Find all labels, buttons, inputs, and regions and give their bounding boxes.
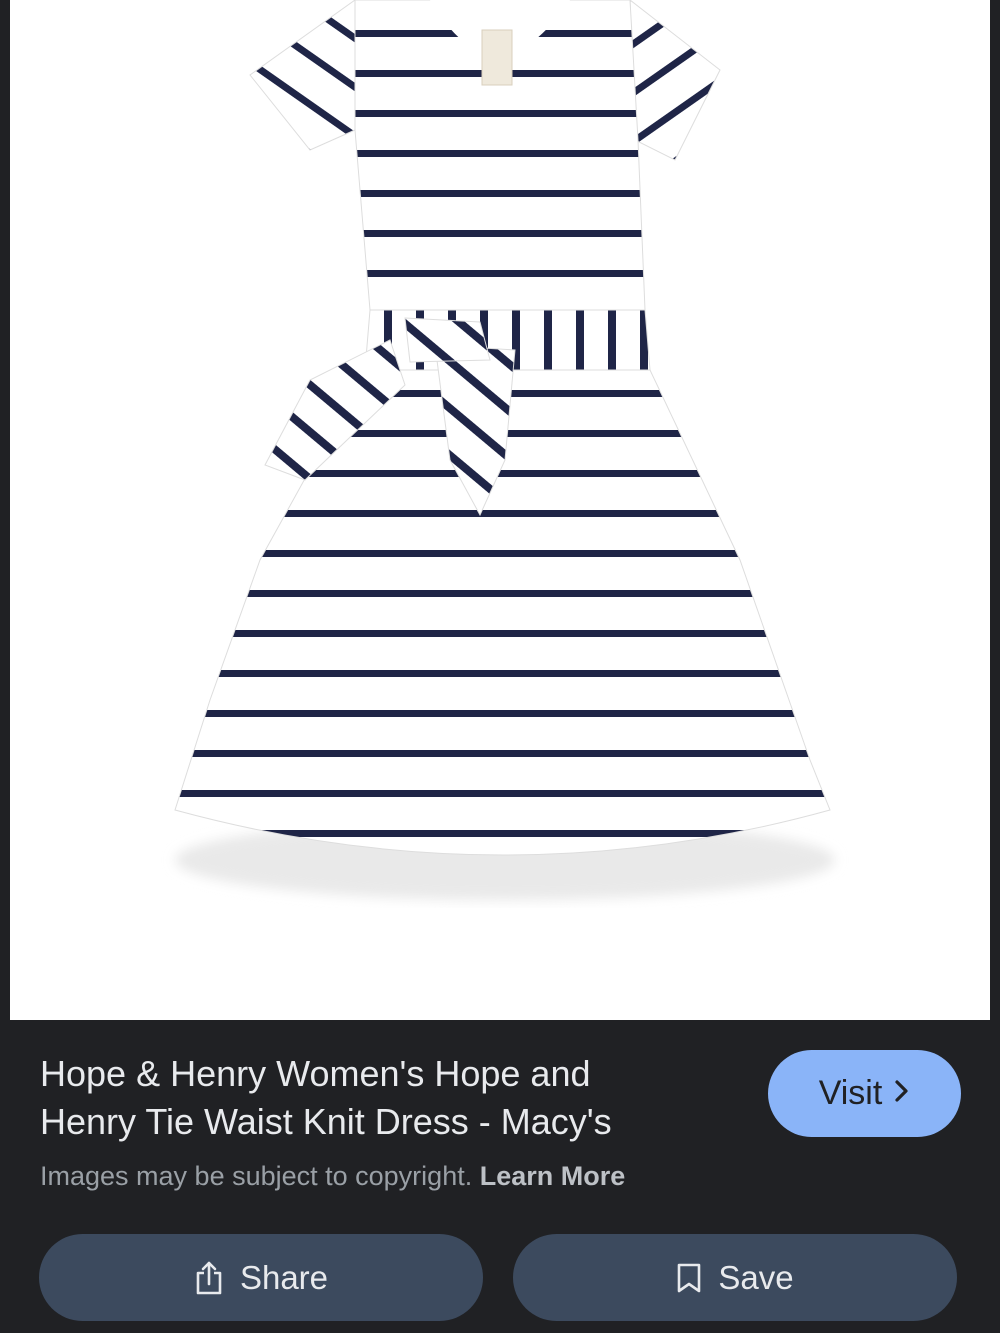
visit-button-label: Visit <box>818 1074 883 1112</box>
copyright-text: Images may be subject to copyright. <box>40 1161 473 1191</box>
product-image[interactable] <box>10 0 990 1020</box>
result-title-line1[interactable]: Hope & Henry Women's Hope and <box>40 1050 720 1098</box>
result-title-line2[interactable]: Henry Tie Waist Knit Dress - Macy's <box>40 1098 720 1146</box>
left-sleeve <box>249 0 356 151</box>
share-button[interactable]: Share <box>39 1234 483 1321</box>
visit-button[interactable]: Visit <box>768 1050 961 1137</box>
bookmark-icon <box>676 1262 702 1294</box>
share-icon <box>194 1260 224 1296</box>
dress-label <box>481 29 513 86</box>
save-button[interactable]: Save <box>513 1234 957 1321</box>
result-title[interactable]: Hope & Henry Women's Hope and Henry Tie … <box>40 1050 720 1146</box>
striped-dress-image <box>174 0 835 900</box>
image-info-panel: Hope & Henry Women's Hope and Henry Tie … <box>0 1020 1000 1333</box>
share-button-label: Share <box>239 1258 329 1296</box>
right-sleeve <box>629 0 721 161</box>
copyright-notice: Images may be subject to copyright. Lear… <box>40 1158 625 1194</box>
save-button-label: Save <box>718 1258 794 1296</box>
image-viewer[interactable] <box>0 0 1000 1020</box>
tie-knot <box>404 317 491 363</box>
learn-more-link[interactable]: Learn More <box>480 1161 626 1191</box>
chevron-right-icon <box>894 1079 910 1109</box>
